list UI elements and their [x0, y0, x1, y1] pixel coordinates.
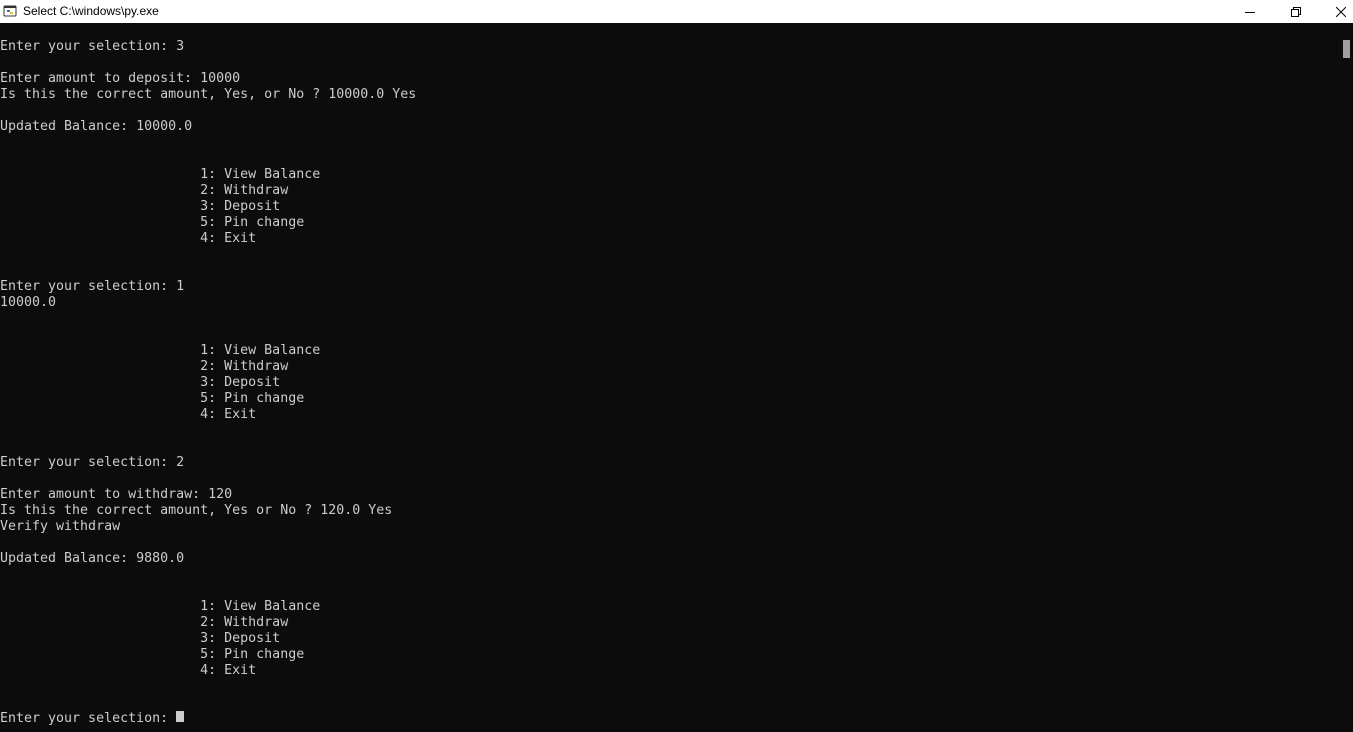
console-line-text: 10000.0 — [0, 295, 57, 310]
console-lines: Enter your selection: 3 Enter amount to d… — [0, 39, 416, 727]
console-line-text: 1: View Balance — [0, 167, 321, 182]
python-icon[interactable] — [3, 4, 18, 19]
console-line: 2: Withdraw — [0, 359, 416, 375]
console-line: Enter your selection: 1 — [0, 279, 416, 295]
console-line-text: Enter your selection: — [0, 711, 177, 726]
console-line-text: 4: Exit — [0, 663, 257, 678]
console-line-text: Verify withdraw — [0, 519, 121, 534]
console-line-text: Updated Balance: 10000.0 — [0, 119, 193, 134]
console-line: 5: Pin change — [0, 647, 416, 663]
console-line-text: Is this the correct amount, Yes or No ? … — [0, 503, 393, 518]
console-line-text: 2: Withdraw — [0, 359, 289, 374]
console-line-text: 5: Pin change — [0, 215, 305, 230]
console-line-text: Enter your selection: 1 — [0, 279, 185, 294]
console-line: Is this the correct amount, Yes, or No ?… — [0, 87, 416, 103]
console-line: Updated Balance: 9880.0 — [0, 551, 416, 567]
minimize-icon — [1245, 11, 1255, 13]
console-line-text: 3: Deposit — [0, 199, 281, 214]
console-line: 4: Exit — [0, 231, 416, 247]
console-line: Enter your selection: 2 — [0, 455, 416, 471]
console-line-text: 2: Withdraw — [0, 183, 289, 198]
restore-button[interactable] — [1273, 0, 1319, 23]
console-line-text: 1: View Balance — [0, 599, 321, 614]
console-line: Enter your selection: — [0, 711, 416, 727]
console-output[interactable]: Enter your selection: 3 Enter amount to d… — [0, 23, 1340, 732]
console-line: 2: Withdraw — [0, 183, 416, 199]
window-title: Select C:\windows\py.exe — [23, 4, 159, 18]
console-line: 1: View Balance — [0, 167, 416, 183]
console-line-text: 5: Pin change — [0, 391, 305, 406]
console-line: Is this the correct amount, Yes or No ? … — [0, 503, 416, 519]
console-line-text: 1: View Balance — [0, 343, 321, 358]
console-line-text: 4: Exit — [0, 231, 257, 246]
console-line: 1: View Balance — [0, 599, 416, 615]
console-line: Updated Balance: 10000.0 — [0, 119, 416, 135]
minimize-button[interactable] — [1227, 0, 1273, 23]
scrollbar-thumb[interactable] — [1343, 40, 1350, 58]
console-line-text: 3: Deposit — [0, 375, 281, 390]
console-line: Verify withdraw — [0, 519, 416, 535]
console-line: 2: Withdraw — [0, 615, 416, 631]
console-line: 4: Exit — [0, 407, 416, 423]
console-line: 4: Exit — [0, 663, 416, 679]
close-button[interactable] — [1318, 0, 1353, 23]
console-line-text: 4: Exit — [0, 407, 257, 422]
console-line: 10000.0 — [0, 295, 416, 311]
console-line: 5: Pin change — [0, 391, 416, 407]
console-line-text: Is this the correct amount, Yes, or No ?… — [0, 87, 417, 102]
restore-icon — [1291, 6, 1301, 17]
console-line: 5: Pin change — [0, 215, 416, 231]
console-line: Enter amount to deposit: 10000 — [0, 71, 416, 87]
console-line: 3: Deposit — [0, 631, 416, 647]
console-line-text: Enter your selection: 3 — [0, 39, 185, 54]
console-line: Enter your selection: 3 — [0, 39, 416, 55]
console-line-text: 3: Deposit — [0, 631, 281, 646]
console-line: 3: Deposit — [0, 199, 416, 215]
text-cursor — [176, 711, 185, 722]
console-line-text: Enter amount to deposit: 10000 — [0, 71, 241, 86]
console-line-text: Enter amount to withdraw: 120 — [0, 487, 233, 502]
close-icon — [1336, 6, 1346, 17]
console-line-text: 5: Pin change — [0, 647, 305, 662]
console-line: 3: Deposit — [0, 375, 416, 391]
console-line-text: 2: Withdraw — [0, 615, 289, 630]
console-line: 1: View Balance — [0, 343, 416, 359]
console-line-text: Enter your selection: 2 — [0, 455, 185, 470]
console-line-text: Updated Balance: 9880.0 — [0, 551, 185, 566]
console-line: Enter amount to withdraw: 120 — [0, 487, 416, 503]
vertical-scrollbar[interactable] — [1340, 23, 1353, 732]
title-bar[interactable]: Select C:\windows\py.exe — [0, 0, 1353, 23]
